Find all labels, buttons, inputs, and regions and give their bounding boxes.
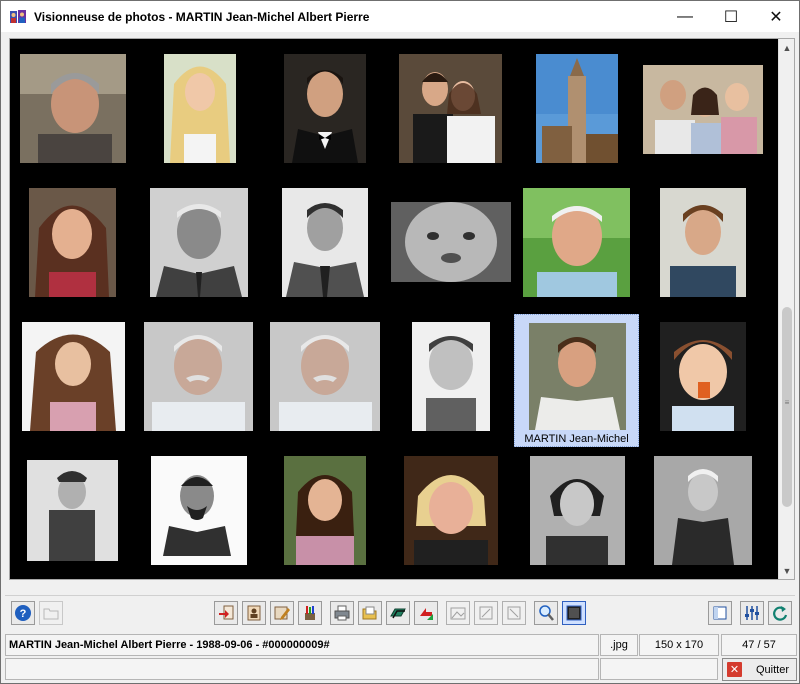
zoom-button[interactable] [534,601,558,625]
magnifier-icon [537,604,555,622]
photo-selected-man-sweater[interactable]: MARTIN Jean-Michel [514,314,639,447]
close-icon: ✕ [769,8,783,26]
help-icon: ? [14,604,32,622]
person-card-button[interactable] [242,601,266,625]
image-flip-button[interactable] [474,601,498,625]
tools-button[interactable] [298,601,322,625]
printer-icon [333,604,351,622]
window-icon [711,604,729,622]
photo-smiling-elderly-man[interactable] [523,188,630,297]
close-red-icon: ✕ [727,662,742,677]
status-extension: .jpg [600,634,638,656]
refresh-button[interactable] [768,601,792,625]
send-icon [389,604,407,622]
photo-boy-vintage-engraving[interactable] [27,460,118,561]
maximize-icon: ☐ [723,8,739,26]
photo-man-in-tuxedo[interactable] [284,54,366,163]
send-button[interactable] [386,601,410,625]
status-counter-text: 47 / 57 [742,639,776,651]
selected-photo-caption: MARTIN Jean-Michel [524,433,629,445]
photo-man-in-suit-bw[interactable] [282,188,368,297]
open-folder-button[interactable] [358,601,382,625]
sliders-icon [743,604,761,622]
photo-elderly-woman-bw[interactable] [654,456,752,565]
quit-label: Quitter [756,663,790,676]
status-person-text: MARTIN Jean-Michel Albert Pierre - 1988-… [9,639,330,651]
photo-baby-bw[interactable] [391,202,511,282]
photo-smiling-girl[interactable] [29,188,116,297]
photo-man-vintage-engraving[interactable] [151,456,247,565]
photo-middle-aged-man-gray-hair[interactable] [20,54,126,163]
photo-toddler-bw[interactable] [412,322,490,431]
help-button[interactable]: ? [11,601,35,625]
quit-button[interactable]: ✕ Quitter [722,658,797,681]
photo-woman-vintage-portrait[interactable] [530,456,625,565]
scrollbar-thumb[interactable]: ≡ [782,307,792,507]
image-adjust-button[interactable] [446,601,470,625]
folder-icon [42,604,60,622]
single-view-button[interactable] [708,601,732,625]
photo-elderly-man-bw[interactable] [150,188,248,297]
fullscreen-icon [565,604,583,622]
rotate-button[interactable] [414,601,438,625]
photo-little-girl-curly-hair[interactable] [22,322,125,431]
scroll-up-button[interactable]: ▲ [779,39,795,56]
photo-older-woman-blonde[interactable] [404,456,498,565]
chevron-up-icon: ▲ [782,42,792,53]
image-crop-icon [505,604,523,622]
image-flip-icon [477,604,495,622]
minimize-icon: — [677,7,693,25]
rotate-icon [417,604,435,622]
photo-toddler-eating[interactable] [660,322,746,431]
close-window-button[interactable]: ✕ [753,1,799,32]
edit-photo-button[interactable] [270,601,294,625]
print-button[interactable] [330,601,354,625]
photo-teen-boy[interactable] [660,188,746,297]
folder-button[interactable] [39,601,63,625]
open-folder-icon [361,604,379,622]
photo-young-woman-smiling[interactable] [284,456,366,565]
status-counter: 47 / 57 [721,634,797,656]
chevron-down-icon: ▼ [782,565,792,576]
photo-blonde-woman[interactable] [164,54,236,163]
edit-photo-icon [273,604,291,622]
scroll-down-button[interactable]: ▼ [779,562,795,579]
photo-old-man-mustache[interactable] [144,322,253,431]
status-extension-text: .jpg [610,639,628,651]
maximize-button[interactable]: ☐ [708,1,754,32]
toolbar-separator [5,595,795,596]
status-extra-area [600,658,718,680]
image-crop-button[interactable] [502,601,526,625]
refresh-icon [771,604,789,622]
minimize-button[interactable]: — [662,1,708,32]
app-icon [9,8,27,26]
photo-gallery[interactable]: MARTIN Jean-Michel [10,39,778,579]
title-bar: Visionneuse de photos - MARTIN Jean-Mich… [1,1,799,32]
person-card-icon [245,604,263,622]
window-title: Visionneuse de photos - MARTIN Jean-Mich… [34,9,370,24]
image-adjust-icon [449,604,467,622]
photo-family-portrait[interactable] [643,65,763,154]
photo-gallery-frame: MARTIN Jean-Michel ▲ ≡ ▼ [9,38,795,580]
export-icon [217,604,235,622]
photo-old-man-mustache-copy[interactable] [270,322,380,431]
status-message-area [5,658,599,680]
status-person-info: MARTIN Jean-Michel Albert Pierre - 1988-… [5,634,599,656]
status-dimensions: 150 x 170 [639,634,719,656]
photo-viewer-window: Visionneuse de photos - MARTIN Jean-Mich… [0,0,800,684]
brush-icon [301,604,319,622]
selected-photo-image [529,323,626,430]
svg-text:?: ? [20,608,27,620]
export-photo-button[interactable] [214,601,238,625]
grip-icon: ≡ [784,398,790,407]
status-dimensions-text: 150 x 170 [654,639,704,651]
photo-wedding-couple[interactable] [399,54,502,163]
photo-cathedral-tower[interactable] [536,54,618,163]
settings-button[interactable] [740,601,764,625]
gallery-scrollbar[interactable]: ▲ ≡ ▼ [778,39,794,579]
fullscreen-button[interactable] [562,601,586,625]
